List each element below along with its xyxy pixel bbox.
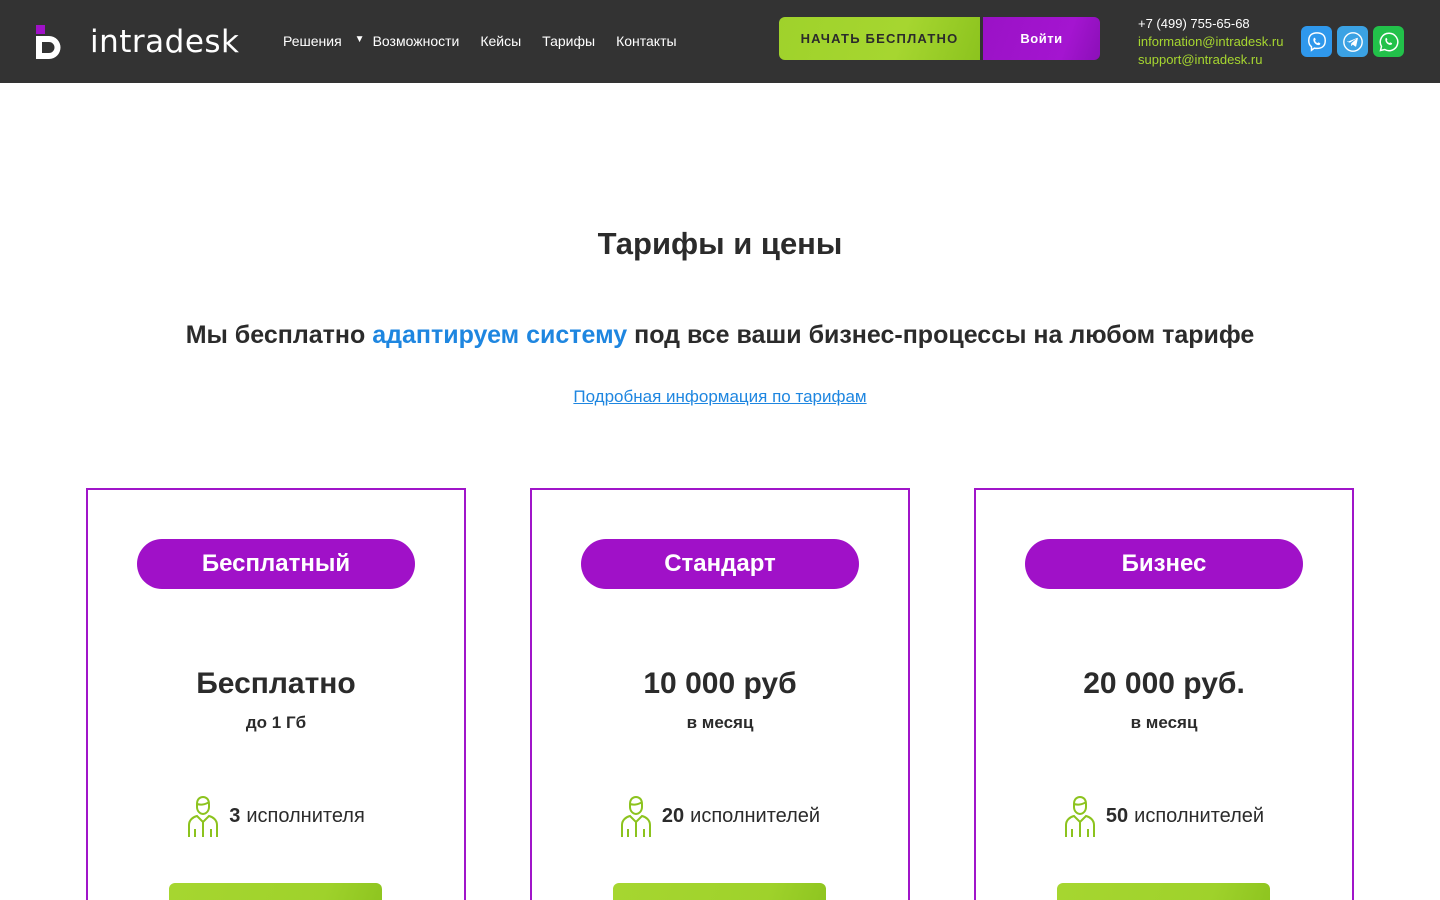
plan-card-free: Бесплатный Бесплатно до 1 Гб 3 исполните… <box>86 488 466 900</box>
messenger-links <box>1301 26 1409 57</box>
whatsapp-icon[interactable] <box>1373 26 1404 57</box>
users-count: 20 <box>661 804 685 827</box>
email-info[interactable]: information@intradesk.ru <box>1138 33 1283 51</box>
plan-price: Бесплатно <box>196 667 356 700</box>
start-free-button[interactable]: НАЧАТЬ БЕСПЛАТНО <box>779 17 980 60</box>
phone-number[interactable]: +7 (499) 755-65-68 <box>1138 16 1250 31</box>
subtitle: Мы бесплатно адаптируем систему под все … <box>0 321 1440 350</box>
plan-card-standard: Стандарт 10 000 руб в месяц 20 исполните… <box>530 488 910 900</box>
plan-period: до 1 Гб <box>245 713 307 732</box>
email-support[interactable]: support@intradesk.ru <box>1138 51 1283 69</box>
users-label: исполнителей <box>690 804 821 827</box>
viber-icon[interactable] <box>1301 26 1332 57</box>
page-title: Тарифы и цены <box>597 226 843 261</box>
plan-users: 20 исполнителей <box>532 794 908 838</box>
users-label: исполнителя <box>246 804 365 827</box>
subtitle-text-after: под все ваши бизнес-процессы на любом та… <box>627 321 1255 349</box>
users-count: 3 <box>229 804 241 827</box>
plan-price: 20 000 руб. <box>1083 667 1245 700</box>
contact-info: +7 (499) 755-65-68 information@intradesk… <box>1138 15 1283 69</box>
plan-select-button[interactable] <box>1057 883 1270 900</box>
plan-select-button[interactable] <box>169 883 382 900</box>
subtitle-text-before: Мы бесплатно <box>185 321 373 349</box>
main-nav: Решения ▼ Возможности Кейсы Тарифы Конта… <box>283 33 698 49</box>
plan-name-badge: Бизнес <box>1025 539 1303 589</box>
subtitle-accent: адаптируем систему <box>372 321 628 349</box>
plan-card-business: Бизнес 20 000 руб. в месяц 50 исполнител… <box>974 488 1354 900</box>
nav-item-features[interactable]: Возможности <box>373 33 460 49</box>
users-label: исполнителей <box>1134 804 1265 827</box>
plan-period: в месяц <box>1130 713 1198 732</box>
plan-users: 50 исполнителей <box>976 794 1352 838</box>
pricing-details-link[interactable]: Подробная информация по тарифам <box>573 387 866 406</box>
caret-down-icon[interactable]: ▼ <box>355 34 365 45</box>
logo-icon <box>36 25 61 59</box>
plan-select-button[interactable] <box>613 883 826 900</box>
details-link-wrap: Подробная информация по тарифам <box>0 387 1440 407</box>
user-icon <box>188 795 219 837</box>
plan-users: 3 исполнителя <box>88 794 464 838</box>
plan-name-badge: Бесплатный <box>137 539 415 589</box>
plan-name-badge: Стандарт <box>581 539 859 589</box>
logo[interactable]: intradesk <box>36 24 240 60</box>
plan-price: 10 000 руб <box>643 667 797 700</box>
user-icon <box>620 795 651 837</box>
plan-period: в месяц <box>686 713 754 732</box>
logo-text: intradesk <box>90 24 240 60</box>
user-icon <box>1064 795 1095 837</box>
nav-item-contacts[interactable]: Контакты <box>616 33 676 49</box>
telegram-icon[interactable] <box>1337 26 1368 57</box>
login-button[interactable]: Войти <box>983 17 1100 60</box>
site-header: intradesk Решения ▼ Возможности Кейсы Та… <box>0 0 1440 83</box>
nav-item-cases[interactable]: Кейсы <box>480 33 521 49</box>
nav-item-solutions[interactable]: Решения <box>283 33 342 49</box>
nav-item-pricing[interactable]: Тарифы <box>542 33 595 49</box>
users-count: 50 <box>1105 804 1129 827</box>
